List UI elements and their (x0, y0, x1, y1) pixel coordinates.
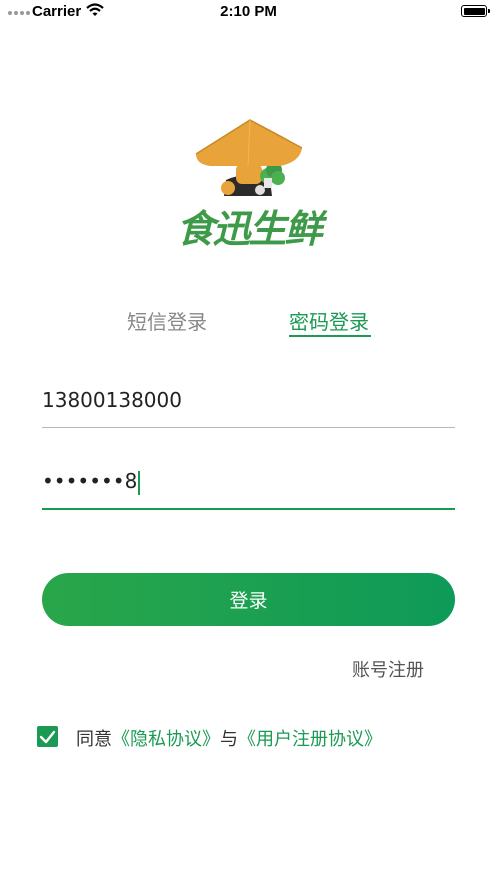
login-button[interactable]: 登录 (42, 573, 455, 626)
text-caret (138, 470, 141, 495)
checkmark-icon (39, 730, 56, 744)
agreement-checkbox[interactable] (37, 726, 58, 747)
phone-input-underline (42, 427, 455, 428)
tab-sms-login[interactable]: 短信登录 (127, 306, 207, 335)
agreement-prefix: 同意 (76, 729, 112, 750)
register-link[interactable]: 账号注册 (352, 656, 424, 682)
agreement-joiner: 与 (220, 729, 238, 750)
clock: 2:10 PM (220, 3, 277, 20)
phone-input[interactable]: 13800138000 (42, 388, 455, 418)
tab-password-login[interactable]: 密码登录 (289, 306, 369, 335)
password-input[interactable]: •••••••8 (42, 469, 455, 499)
brand-name: 食迅生鲜 (176, 206, 322, 251)
active-tab-indicator (289, 335, 371, 337)
user-agreement-link[interactable]: 《用户注册协议》 (238, 729, 382, 750)
password-value: •••••••8 (42, 469, 138, 493)
password-input-underline (42, 508, 455, 510)
battery-icon (461, 5, 490, 17)
agreement-text: 同意《隐私协议》与《用户注册协议》 (76, 725, 382, 751)
privacy-policy-link[interactable]: 《隐私协议》 (112, 729, 220, 750)
status-bar: Carrier 2:10 PM (0, 0, 497, 24)
